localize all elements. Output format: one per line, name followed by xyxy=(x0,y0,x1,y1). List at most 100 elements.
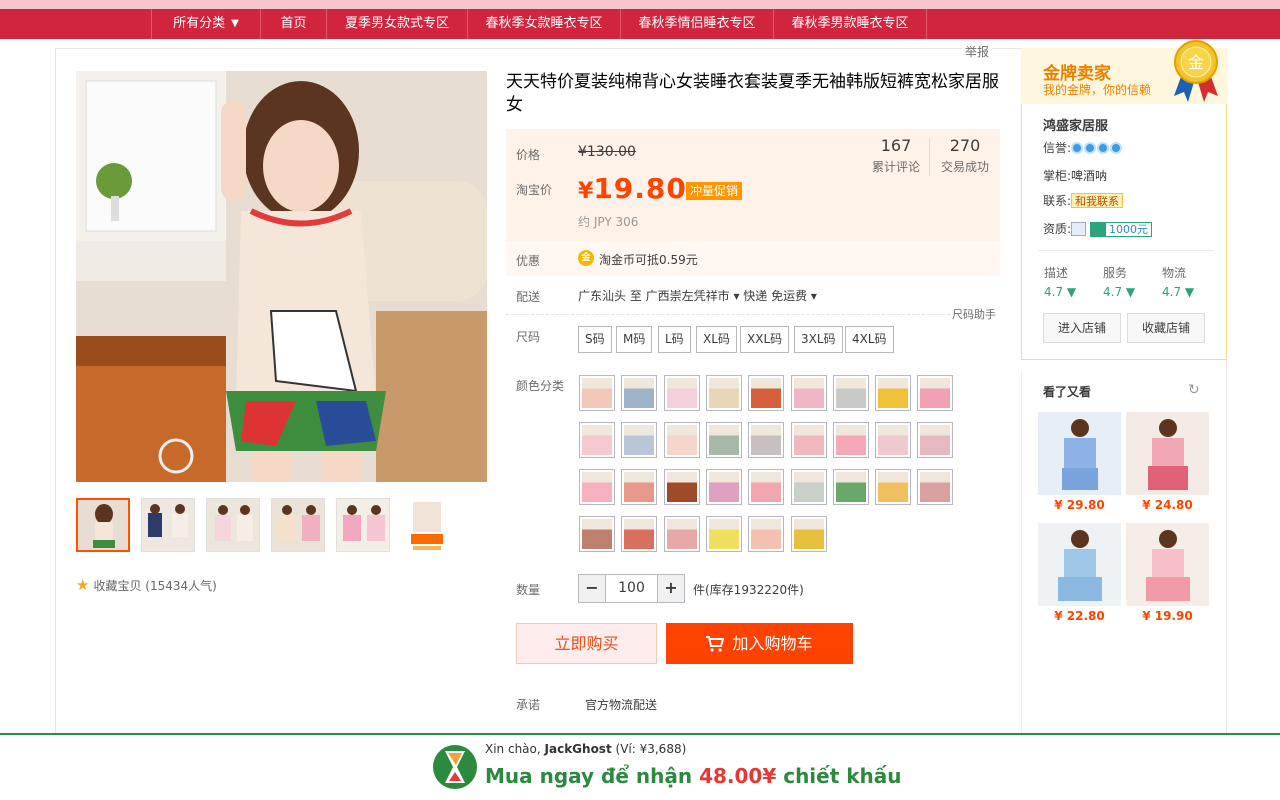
score-label: 描述 xyxy=(1044,266,1069,280)
size-option[interactable]: 3XL码 xyxy=(794,326,843,353)
size-option[interactable]: L码 xyxy=(658,326,691,353)
score-value: 4.7 ▼ xyxy=(1103,285,1136,299)
contact-row: 联系: 和我联系 xyxy=(1043,192,1124,209)
color-swatch[interactable] xyxy=(832,469,869,505)
size-option[interactable]: 4XL码 xyxy=(845,326,894,353)
color-swatch[interactable] xyxy=(579,375,615,411)
nav-all-categories[interactable]: 所有分类 ▼ xyxy=(151,9,261,39)
certificate-icon xyxy=(1071,222,1087,236)
color-swatch[interactable] xyxy=(917,422,954,458)
greeting-prefix: Xin chào, xyxy=(485,742,545,756)
color-swatch[interactable] xyxy=(621,469,658,505)
color-swatch[interactable] xyxy=(875,375,912,411)
original-price: ¥130.00 xyxy=(578,144,636,160)
qualification-label: 资质: xyxy=(1043,222,1072,236)
color-swatch[interactable] xyxy=(875,422,912,458)
promo-tag: 冲量促销 xyxy=(686,182,743,200)
color-swatch[interactable] xyxy=(705,516,742,552)
color-swatch[interactable] xyxy=(663,469,700,505)
nav-couple-pajama-zone[interactable]: 春秋季情侣睡衣专区 xyxy=(621,9,774,39)
contact-seller-button[interactable]: 和我联系 xyxy=(1071,193,1124,208)
deals-label: 交易成功 xyxy=(940,160,989,174)
color-label: 颜色分类 xyxy=(516,379,565,393)
thumbnail[interactable] xyxy=(401,498,455,552)
coin-icon: 金 xyxy=(578,250,594,266)
color-swatch[interactable] xyxy=(790,375,827,411)
color-swatch[interactable] xyxy=(621,422,658,458)
main-product-image[interactable] xyxy=(76,71,487,482)
color-swatch[interactable] xyxy=(790,516,827,552)
nav-men-pajama-zone[interactable]: 春秋季男款睡衣专区 xyxy=(774,9,927,39)
size-option[interactable]: S码 xyxy=(578,326,612,353)
color-swatch[interactable] xyxy=(790,422,827,458)
size-option[interactable]: XL码 xyxy=(696,326,737,353)
thumbnail[interactable] xyxy=(336,498,390,552)
thumbnail[interactable] xyxy=(206,498,260,552)
decrease-button[interactable]: − xyxy=(579,575,605,602)
medal-char: 金 xyxy=(1188,53,1204,72)
quantity-input[interactable]: 100 xyxy=(605,575,658,602)
size-option[interactable]: XXL码 xyxy=(740,326,790,353)
recommend-image[interactable] xyxy=(1038,412,1121,495)
favorite-item-link[interactable]: ★ 收藏宝贝 (15434人气) xyxy=(76,576,217,594)
nav-women-pajama-zone[interactable]: 春秋季女款睡衣专区 xyxy=(468,9,621,39)
nav-summer-zone[interactable]: 夏季男女款式专区 xyxy=(327,9,468,39)
color-swatch[interactable] xyxy=(917,375,954,411)
color-swatch[interactable] xyxy=(875,469,912,505)
color-swatch[interactable] xyxy=(832,375,869,411)
thumbnail[interactable] xyxy=(76,498,130,552)
size-helper-link[interactable]: 尺码助手 xyxy=(952,306,996,322)
color-swatch[interactable] xyxy=(663,516,700,552)
color-swatch[interactable] xyxy=(917,469,954,505)
nav-home[interactable]: 首页 xyxy=(261,9,327,39)
category-nav: 所有分类 ▼ 首页 夏季男女款式专区 春秋季女款睡衣专区 春秋季情侣睡衣专区 春秋… xyxy=(0,9,1280,39)
report-link[interactable]: 举报 xyxy=(962,43,993,60)
thumbnail[interactable] xyxy=(271,498,325,552)
credit-label: 信誉: xyxy=(1043,141,1072,155)
shipping-selector[interactable]: 广东汕头 至 广西崇左凭祥市 ▾ 快递 免运费 ▾ xyxy=(578,287,817,304)
score-label: 物流 xyxy=(1162,266,1187,280)
recommend-image[interactable] xyxy=(1126,523,1209,606)
increase-button[interactable]: + xyxy=(658,575,684,602)
color-swatch[interactable] xyxy=(705,375,742,411)
caret-down-icon: ▼ xyxy=(231,18,239,29)
current-price: ¥19.80 xyxy=(578,172,687,205)
color-swatch[interactable] xyxy=(579,422,615,458)
color-swatch[interactable] xyxy=(621,516,658,552)
deposit-badge: 1000元 xyxy=(1090,222,1153,237)
size-option[interactable]: M码 xyxy=(616,326,653,353)
color-swatch[interactable] xyxy=(705,422,742,458)
recommend-image[interactable] xyxy=(1126,412,1209,495)
color-swatch[interactable] xyxy=(748,516,785,552)
shop-name[interactable]: 鸿盛家居服 xyxy=(1043,115,1108,134)
color-swatch[interactable] xyxy=(621,375,658,411)
buy-now-button[interactable]: 立即购买 xyxy=(516,623,657,664)
discount-offer[interactable]: Mua ngay để nhận 48.00¥ chiết khấu xyxy=(485,764,902,788)
color-swatch[interactable] xyxy=(579,516,615,552)
score-service: 服务 4.7 ▼ xyxy=(1103,264,1153,299)
favorite-shop-button[interactable]: 收藏店铺 xyxy=(1127,313,1205,343)
recommend-image[interactable] xyxy=(1038,523,1121,606)
offer-prefix: Mua ngay để nhận xyxy=(485,764,700,788)
currency-symbol: ¥ xyxy=(578,179,594,204)
color-swatch[interactable] xyxy=(832,422,869,458)
enter-shop-button[interactable]: 进入店铺 xyxy=(1043,313,1121,343)
color-swatch[interactable] xyxy=(663,375,700,411)
jpy-price: 约 JPY 306 xyxy=(578,215,639,229)
recommend-price: ¥ 19.90 xyxy=(1142,609,1193,623)
thumbnail[interactable] xyxy=(141,498,195,552)
score-logistics: 物流 4.7 ▼ xyxy=(1162,264,1212,299)
refresh-icon[interactable]: ↻ xyxy=(1188,382,1200,398)
color-swatch[interactable] xyxy=(705,469,742,505)
diamond-icon xyxy=(1071,142,1084,154)
add-to-cart-button[interactable]: 加入购物车 xyxy=(666,623,853,664)
color-swatch[interactable] xyxy=(663,422,700,458)
score-value: 4.7 ▼ xyxy=(1162,285,1195,299)
color-swatch[interactable] xyxy=(748,469,785,505)
color-swatch[interactable] xyxy=(790,469,827,505)
color-swatch[interactable] xyxy=(579,469,615,505)
color-swatch[interactable] xyxy=(748,422,785,458)
color-swatch[interactable] xyxy=(748,375,785,411)
divider xyxy=(506,314,950,315)
reviews-stat[interactable]: 167 累计评论 xyxy=(863,136,929,175)
